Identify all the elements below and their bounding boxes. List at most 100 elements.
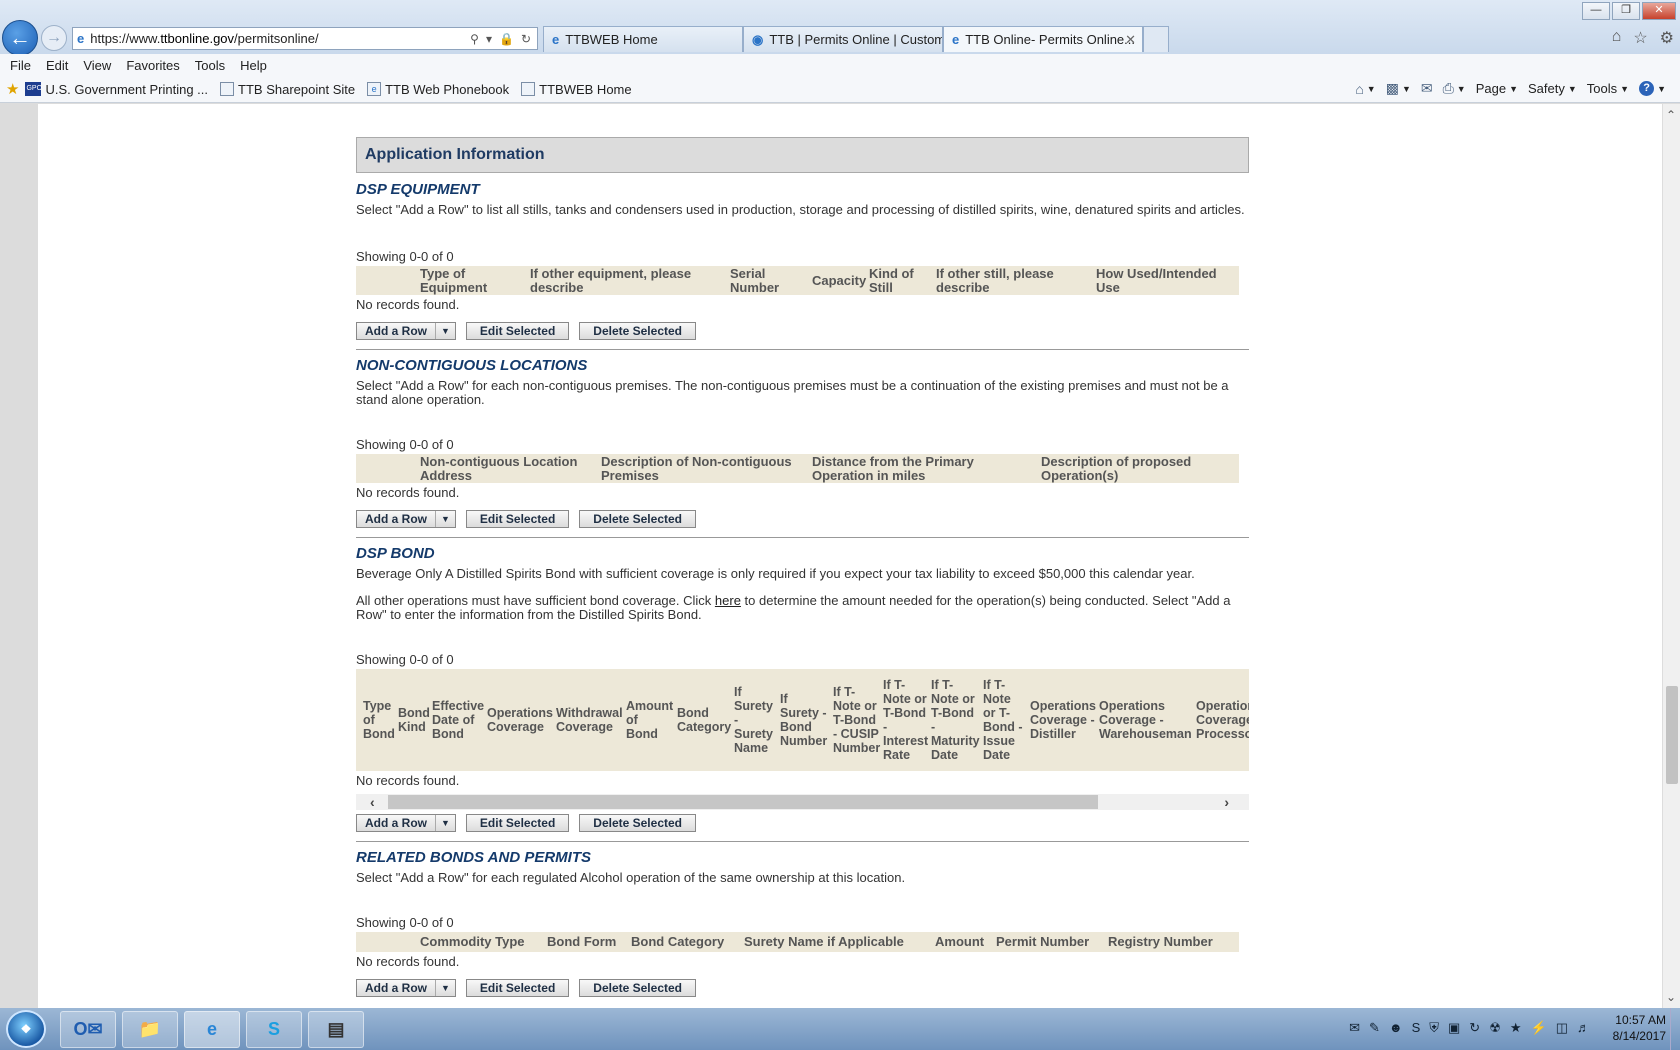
column-header[interactable]: If Surety - Surety Name: [734, 685, 780, 755]
taskbar-app[interactable]: ▤: [308, 1011, 364, 1048]
add-row-button[interactable]: Add a Row ▼: [356, 979, 456, 997]
add-row-button[interactable]: Add a Row ▼: [356, 510, 456, 528]
print-command[interactable]: ⎙ ▼: [1443, 80, 1466, 97]
menu-favorites[interactable]: Favorites: [126, 58, 179, 73]
taskbar-skype[interactable]: S: [246, 1011, 302, 1048]
scrollbar-thumb[interactable]: [388, 795, 1098, 809]
delete-selected-button[interactable]: Delete Selected: [579, 814, 696, 832]
column-header[interactable]: Withdrawal Coverage: [556, 706, 626, 734]
edit-selected-button[interactable]: Edit Selected: [465, 814, 570, 832]
close-tab-icon[interactable]: ✕: [1125, 32, 1136, 48]
edit-selected-button[interactable]: Edit Selected: [465, 979, 570, 997]
dropdown-arrow-icon[interactable]: ▼: [435, 323, 455, 339]
address-bar[interactable]: e https://www.ttbonline.gov/permitsonlin…: [72, 27, 538, 50]
edit-selected-button[interactable]: Edit Selected: [465, 510, 570, 528]
tab-ttbweb-home[interactable]: e TTBWEB Home: [543, 26, 743, 52]
column-header[interactable]: Operations Coverage - Distiller: [1030, 699, 1099, 741]
column-header[interactable]: If Surety - Bond Number: [780, 692, 833, 748]
shield-tray-icon[interactable]: ⛨: [1429, 1020, 1439, 1036]
menu-help[interactable]: Help: [240, 58, 267, 73]
show-desktop-button[interactable]: [1670, 1008, 1680, 1050]
address-url[interactable]: https://www.ttbonline.gov/permitsonline/: [90, 31, 470, 46]
update-tray-icon[interactable]: ★: [1510, 1020, 1522, 1036]
mail-command[interactable]: ✉: [1421, 80, 1433, 97]
home-icon[interactable]: ⌂: [1612, 28, 1622, 48]
outlook-tray-icon[interactable]: ✉: [1349, 1020, 1360, 1036]
column-header[interactable]: If other equipment, please describe: [530, 266, 730, 295]
column-header[interactable]: If other still, please describe: [936, 266, 1096, 295]
column-header[interactable]: Commodity Type: [420, 935, 547, 949]
column-header[interactable]: Operations Coverage - Processor: [1196, 699, 1249, 741]
dropdown-arrow-icon[interactable]: ▼: [435, 980, 455, 996]
favorite-ttbweb-home[interactable]: TTBWEB Home: [521, 82, 632, 97]
favorite-gpo[interactable]: GPO U.S. Government Printing ...: [25, 82, 208, 97]
menu-view[interactable]: View: [83, 58, 111, 73]
column-header[interactable]: Operations Coverage - Warehouseman: [1099, 699, 1196, 741]
tab-permits-online-custom[interactable]: ◉ TTB | Permits Online | Custom...: [743, 26, 943, 52]
home-command[interactable]: ⌂ ▼: [1355, 81, 1375, 97]
dropdown-arrow-icon[interactable]: ▼: [435, 815, 455, 831]
column-header[interactable]: Surety Name if Applicable: [744, 935, 935, 949]
skype-tray-icon[interactable]: S: [1412, 1020, 1421, 1036]
delete-selected-button[interactable]: Delete Selected: [579, 979, 696, 997]
column-header[interactable]: Amount: [935, 935, 996, 949]
column-header[interactable]: Bond Category: [631, 935, 744, 949]
column-header[interactable]: Non-contiguous Location Address: [420, 454, 601, 483]
safety-menu[interactable]: Safety ▼: [1528, 81, 1577, 96]
column-header[interactable]: Amount of Bond: [626, 699, 677, 741]
dropdown-arrow-icon[interactable]: ▼: [435, 511, 455, 527]
column-header[interactable]: Registry Number: [1108, 935, 1228, 949]
settings-gear-icon[interactable]: ⚙: [1660, 28, 1674, 48]
forward-button[interactable]: →: [41, 25, 67, 51]
delete-selected-button[interactable]: Delete Selected: [579, 322, 696, 340]
column-header[interactable]: Effective Date of Bond: [432, 699, 487, 741]
scroll-up-arrow-icon[interactable]: ⌃: [1666, 108, 1676, 122]
favorite-phonebook[interactable]: e TTB Web Phonebook: [367, 82, 509, 97]
favorites-star-icon[interactable]: ★: [6, 80, 19, 98]
column-header[interactable]: Description of Non-contiguous Premises: [601, 454, 812, 483]
column-header[interactable]: Kind of Still: [869, 266, 936, 295]
add-row-button[interactable]: Add a Row ▼: [356, 322, 456, 340]
column-header[interactable]: Type of Equipment: [420, 266, 530, 295]
refresh-icon[interactable]: ↻: [521, 32, 531, 46]
scroll-down-arrow-icon[interactable]: ⌄: [1666, 990, 1676, 1004]
taskbar-internet-explorer[interactable]: e: [184, 1011, 240, 1048]
column-header[interactable]: If T-Note or T-Bond - Issue Date: [983, 678, 1030, 762]
new-tab-button[interactable]: [1143, 26, 1169, 52]
system-clock[interactable]: 10:57 AM 8/14/2017: [1613, 1012, 1666, 1044]
menu-file[interactable]: File: [10, 58, 31, 73]
dropdown-icon[interactable]: ▾: [486, 32, 492, 46]
column-header[interactable]: Distance from the Primary Operation in m…: [812, 454, 1041, 483]
column-header[interactable]: Type of Bond: [363, 699, 398, 741]
vertical-scrollbar[interactable]: ⌃ ⌄: [1662, 104, 1680, 1008]
scroll-left-arrow-icon[interactable]: ‹: [370, 794, 375, 810]
column-header[interactable]: Permit Number: [996, 935, 1108, 949]
people-tray-icon[interactable]: ☻: [1389, 1020, 1403, 1036]
column-header[interactable]: Bond Category: [677, 706, 734, 734]
scrollbar-thumb[interactable]: [1666, 686, 1678, 784]
column-header[interactable]: How Used/Intended Use: [1096, 266, 1226, 295]
favorite-sharepoint[interactable]: TTB Sharepoint Site: [220, 82, 355, 97]
here-link[interactable]: here: [715, 593, 741, 608]
pen-tray-icon[interactable]: ✎: [1369, 1020, 1380, 1036]
column-header[interactable]: If T-Note or T-Bond - Maturity Date: [931, 678, 983, 762]
taskbar-explorer[interactable]: 📁: [122, 1011, 178, 1048]
feeds-command[interactable]: ▩ ▼: [1386, 80, 1411, 97]
restore-button[interactable]: ❐: [1612, 2, 1640, 20]
taskbar-outlook[interactable]: O✉: [60, 1011, 116, 1048]
minimize-button[interactable]: —: [1582, 2, 1610, 20]
edit-selected-button[interactable]: Edit Selected: [465, 322, 570, 340]
help-menu[interactable]: ? ▼: [1639, 81, 1666, 96]
power-tray-icon[interactable]: ⚡: [1531, 1020, 1547, 1036]
sync-tray-icon[interactable]: ↻: [1469, 1020, 1480, 1036]
column-header[interactable]: Capacity: [812, 273, 869, 288]
menu-edit[interactable]: Edit: [46, 58, 68, 73]
column-header[interactable]: Serial Number: [730, 266, 812, 295]
favorites-star-icon[interactable]: ☆: [1633, 28, 1647, 48]
start-button[interactable]: ❖: [6, 1010, 46, 1048]
tools-menu[interactable]: Tools ▼: [1587, 81, 1629, 96]
page-menu[interactable]: Page ▼: [1476, 81, 1518, 96]
column-header[interactable]: Bond Form: [547, 935, 631, 949]
network-tray-icon[interactable]: ◫: [1556, 1020, 1568, 1036]
monitor-tray-icon[interactable]: ▣: [1448, 1020, 1460, 1036]
